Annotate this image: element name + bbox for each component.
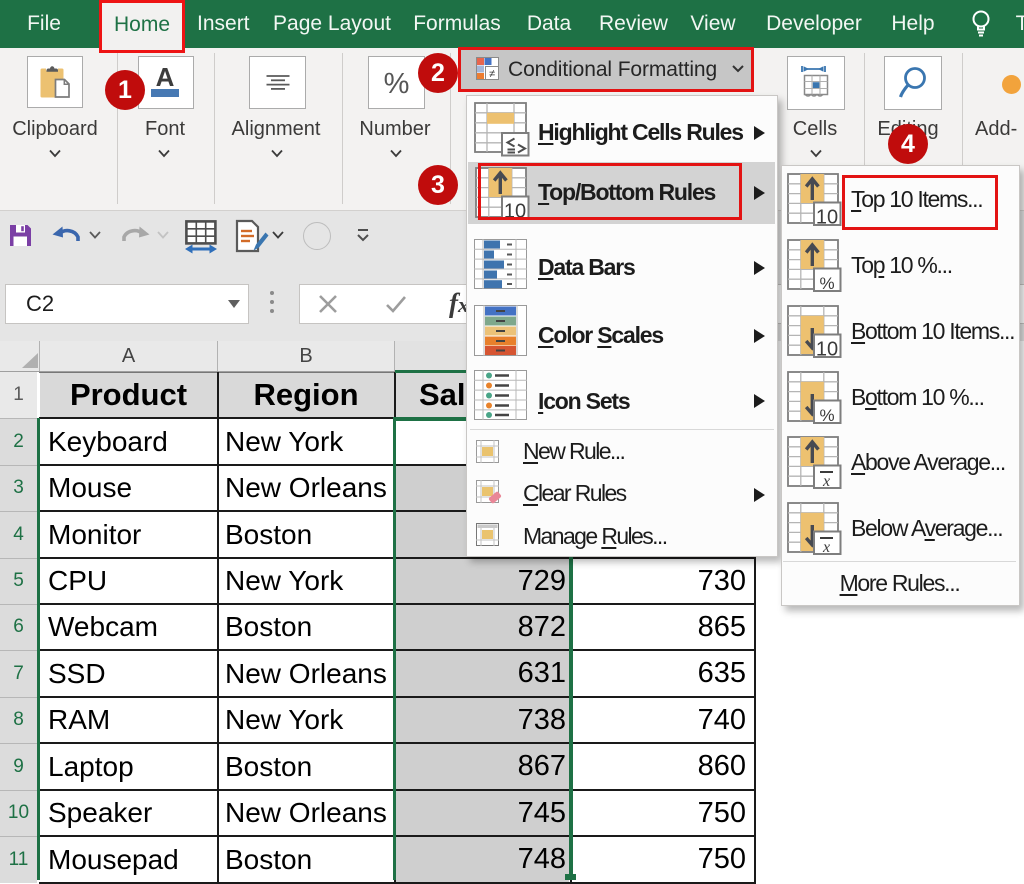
svg-text:x: x: [822, 473, 830, 490]
svg-text:x: x: [822, 539, 830, 556]
svg-text:10: 10: [816, 339, 838, 360]
svg-text:≠: ≠: [489, 68, 495, 80]
svg-text:10: 10: [816, 207, 838, 228]
svg-text:%: %: [819, 406, 834, 425]
svg-text:%: %: [819, 274, 834, 293]
